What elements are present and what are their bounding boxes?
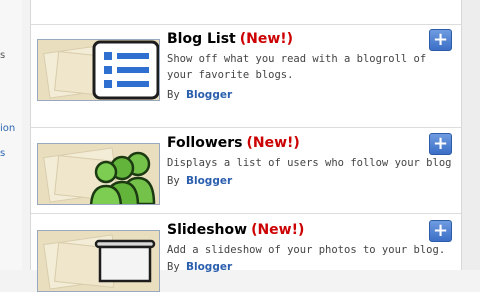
gadget-thumbnail[interactable] xyxy=(37,230,160,292)
gadget-thumbnail[interactable] xyxy=(37,143,160,205)
users-icon xyxy=(89,151,156,204)
by-label: By xyxy=(167,261,180,273)
new-badge: (New!) xyxy=(246,135,300,151)
sidebar-link-fragment[interactable]: s xyxy=(0,148,5,159)
add-gadget-button[interactable]: + xyxy=(429,29,452,51)
by-label: By xyxy=(167,175,180,187)
right-edge xyxy=(462,0,480,270)
gadget-thumbnail[interactable] xyxy=(37,39,160,101)
author-link[interactable]: Blogger xyxy=(186,261,232,273)
gadget-description: Add a slideshow of your photos to your b… xyxy=(167,244,446,256)
gadget-byline: By Blogger xyxy=(167,261,232,273)
sidebar-link-fragment[interactable]: ion xyxy=(0,123,15,134)
divider xyxy=(31,213,461,214)
projector-screen-icon xyxy=(94,239,156,283)
gadget-title: Blog List (New!) xyxy=(167,31,293,47)
gadget-title-text: Followers xyxy=(167,135,243,151)
sidebar-fragment: s xyxy=(0,50,6,61)
gadget-list-panel: Blog List (New!) Show off what you read w… xyxy=(30,0,462,292)
add-gadget-button[interactable]: + xyxy=(429,133,452,155)
new-badge: (New!) xyxy=(251,222,305,238)
divider xyxy=(31,127,461,128)
gadget-description: Displays a list of users who follow your… xyxy=(167,157,452,169)
divider xyxy=(31,24,461,25)
list-icon xyxy=(92,40,159,100)
author-link[interactable]: Blogger xyxy=(186,175,232,187)
sidebar-edge: s ion s xyxy=(0,0,22,270)
new-badge: (New!) xyxy=(239,31,294,47)
gadget-byline: By Blogger xyxy=(167,175,232,187)
add-gadget-button[interactable]: + xyxy=(429,220,452,242)
plus-icon: + xyxy=(432,220,449,241)
by-label: By xyxy=(167,89,180,101)
gadget-title-text: Blog List xyxy=(167,31,236,47)
plus-icon: + xyxy=(432,133,449,154)
gadget-title: Slideshow (New!) xyxy=(167,222,304,238)
gadget-title-text: Slideshow xyxy=(167,222,248,238)
gadget-byline: By Blogger xyxy=(167,89,232,101)
gadget-title: Followers (New!) xyxy=(167,135,300,151)
author-link[interactable]: Blogger xyxy=(186,89,232,101)
plus-icon: + xyxy=(432,29,449,50)
gadget-description: Show off what you read with a blogroll o… xyxy=(167,53,427,81)
